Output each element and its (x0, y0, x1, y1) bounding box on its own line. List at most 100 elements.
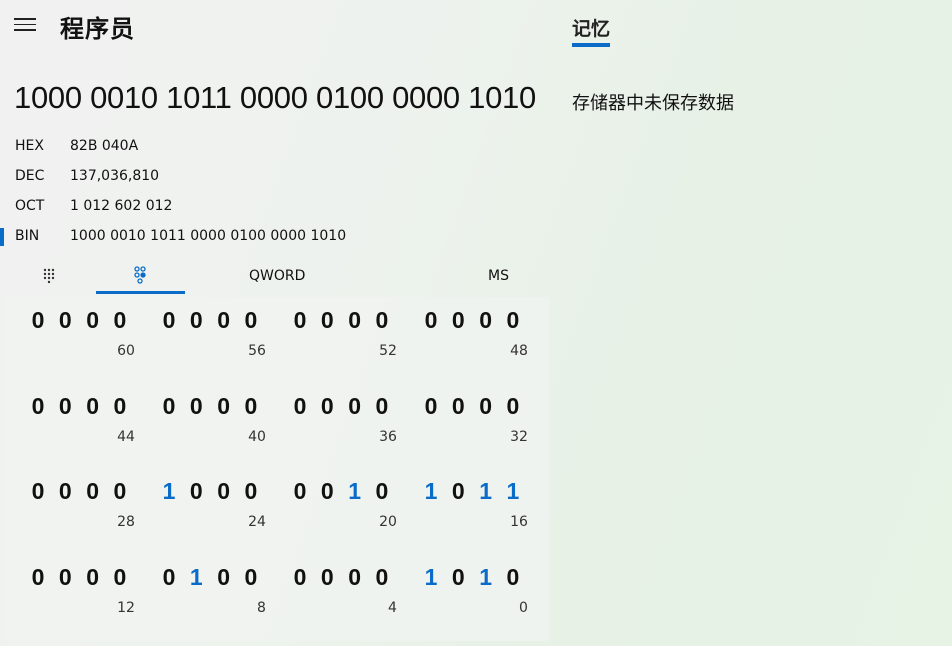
radix-label: HEX (15, 138, 44, 154)
bit-toggle[interactable]: 0 (287, 393, 313, 420)
bit-toggle[interactable]: 0 (445, 564, 471, 591)
bit-position-label: 0 (518, 600, 528, 616)
bit-toggle[interactable]: 0 (107, 564, 133, 591)
bit-toggle[interactable]: 0 (342, 393, 368, 420)
word-size-button[interactable]: QWORD (249, 268, 305, 300)
bit-toggle[interactable]: 0 (369, 478, 395, 505)
bit-toggle[interactable]: 0 (25, 393, 51, 420)
bit-position-label: 4 (387, 600, 397, 616)
bit-toggle[interactable]: 0 (445, 393, 471, 420)
bit-toggle[interactable]: 0 (238, 393, 264, 420)
bit-position-label: 8 (256, 600, 266, 616)
memory-store-button[interactable]: MS (488, 268, 509, 300)
bit-toggle[interactable]: 0 (52, 307, 78, 334)
bit-toggle-keypad-icon[interactable] (127, 262, 153, 294)
radix-value: 82B 040A (70, 138, 139, 154)
tab-memory[interactable]: 记忆 (572, 14, 610, 41)
bit-toggle[interactable]: 0 (211, 307, 237, 334)
radix-row-oct[interactable]: OCT 1 012 602 012 (0, 192, 540, 220)
bit-position-label: 20 (379, 514, 397, 530)
bit-toggle[interactable]: 0 (183, 307, 209, 334)
bit-toggle[interactable]: 0 (445, 478, 471, 505)
bit-toggle[interactable]: 0 (445, 307, 471, 334)
bit-toggle[interactable]: 0 (500, 307, 526, 334)
bit-toggle[interactable]: 1 (418, 564, 444, 591)
bit-toggle[interactable]: 0 (238, 478, 264, 505)
tab-memory-indicator (572, 43, 610, 47)
bit-toggle[interactable]: 0 (52, 478, 78, 505)
radix-row-hex[interactable]: HEX 82B 040A (0, 132, 540, 160)
bit-toggle[interactable]: 0 (500, 564, 526, 591)
bit-toggle[interactable]: 0 (183, 478, 209, 505)
result-display: 1000 0010 1011 0000 0100 0000 1010 (14, 80, 536, 115)
bit-toggle[interactable]: 0 (369, 393, 395, 420)
bit-toggle[interactable]: 0 (211, 564, 237, 591)
bit-toggle-panel: 0 0 0 0 60 0 0 0 0 56 0 0 0 0 52 0 0 0 0 48 0 0 0 0 44 0 0 0 0 40 0 0 0 0… (4, 297, 549, 641)
bit-toggle[interactable]: 0 (80, 478, 106, 505)
bit-toggle[interactable]: 0 (314, 478, 340, 505)
bit-toggle-tab-indicator (96, 291, 185, 294)
bit-toggle[interactable]: 0 (156, 564, 182, 591)
bit-toggle[interactable]: 0 (80, 307, 106, 334)
bit-toggle[interactable]: 0 (52, 393, 78, 420)
radix-row-dec[interactable]: DEC 137,036,810 (0, 162, 540, 190)
bit-toggle[interactable]: 0 (238, 564, 264, 591)
bit-toggle[interactable]: 0 (418, 307, 444, 334)
bit-toggle[interactable]: 0 (80, 564, 106, 591)
bit-toggle[interactable]: 0 (342, 564, 368, 591)
selected-indicator (0, 228, 4, 246)
radix-row-bin[interactable]: BIN 1000 0010 1011 0000 0100 0000 1010 (0, 222, 540, 250)
bit-position-label: 48 (510, 343, 528, 359)
bit-toggle[interactable]: 0 (473, 393, 499, 420)
bit-toggle[interactable]: 0 (287, 564, 313, 591)
bit-position-label: 28 (117, 514, 135, 530)
bit-toggle[interactable]: 0 (156, 393, 182, 420)
bit-toggle[interactable]: 0 (107, 393, 133, 420)
bit-toggle[interactable]: 1 (156, 478, 182, 505)
bit-toggle[interactable]: 0 (342, 307, 368, 334)
bit-toggle[interactable]: 0 (156, 307, 182, 334)
bit-toggle[interactable]: 0 (25, 564, 51, 591)
bit-toggle[interactable]: 0 (369, 307, 395, 334)
bit-toggle[interactable]: 0 (211, 478, 237, 505)
bit-position-label: 60 (117, 343, 135, 359)
bit-toggle[interactable]: 1 (500, 478, 526, 505)
bit-toggle[interactable]: 0 (473, 307, 499, 334)
bit-toggle[interactable]: 0 (369, 564, 395, 591)
page-title: 程序员 (60, 15, 135, 43)
bit-toggle[interactable]: 1 (473, 478, 499, 505)
memory-empty-message: 存储器中未保存数据 (572, 93, 734, 114)
bit-toggle[interactable]: 0 (500, 393, 526, 420)
bit-position-label: 16 (510, 514, 528, 530)
bit-toggle[interactable]: 0 (107, 307, 133, 334)
radix-label: BIN (15, 228, 40, 244)
radix-label: DEC (15, 168, 45, 184)
hamburger-menu-icon[interactable] (14, 18, 36, 34)
bit-position-label: 36 (379, 429, 397, 445)
bit-position-label: 44 (117, 429, 135, 445)
bit-toggle[interactable]: 1 (183, 564, 209, 591)
bit-position-label: 40 (248, 429, 266, 445)
bit-toggle[interactable]: 0 (52, 564, 78, 591)
full-keypad-icon[interactable] (36, 262, 62, 294)
bit-position-label: 32 (510, 429, 528, 445)
bit-toggle[interactable]: 0 (107, 478, 133, 505)
bit-toggle[interactable]: 0 (314, 307, 340, 334)
bit-toggle[interactable]: 0 (287, 307, 313, 334)
radix-value: 137,036,810 (70, 168, 160, 184)
bit-position-label: 12 (117, 600, 135, 616)
bit-toggle[interactable]: 1 (342, 478, 368, 505)
bit-toggle[interactable]: 0 (80, 393, 106, 420)
bit-position-label: 56 (248, 343, 266, 359)
bit-toggle[interactable]: 0 (25, 478, 51, 505)
bit-toggle[interactable]: 0 (418, 393, 444, 420)
bit-toggle[interactable]: 0 (211, 393, 237, 420)
bit-toggle[interactable]: 0 (183, 393, 209, 420)
bit-toggle[interactable]: 0 (314, 564, 340, 591)
bit-toggle[interactable]: 0 (238, 307, 264, 334)
bit-toggle[interactable]: 0 (25, 307, 51, 334)
bit-toggle[interactable]: 1 (473, 564, 499, 591)
bit-toggle[interactable]: 0 (287, 478, 313, 505)
bit-toggle[interactable]: 1 (418, 478, 444, 505)
bit-toggle[interactable]: 0 (314, 393, 340, 420)
